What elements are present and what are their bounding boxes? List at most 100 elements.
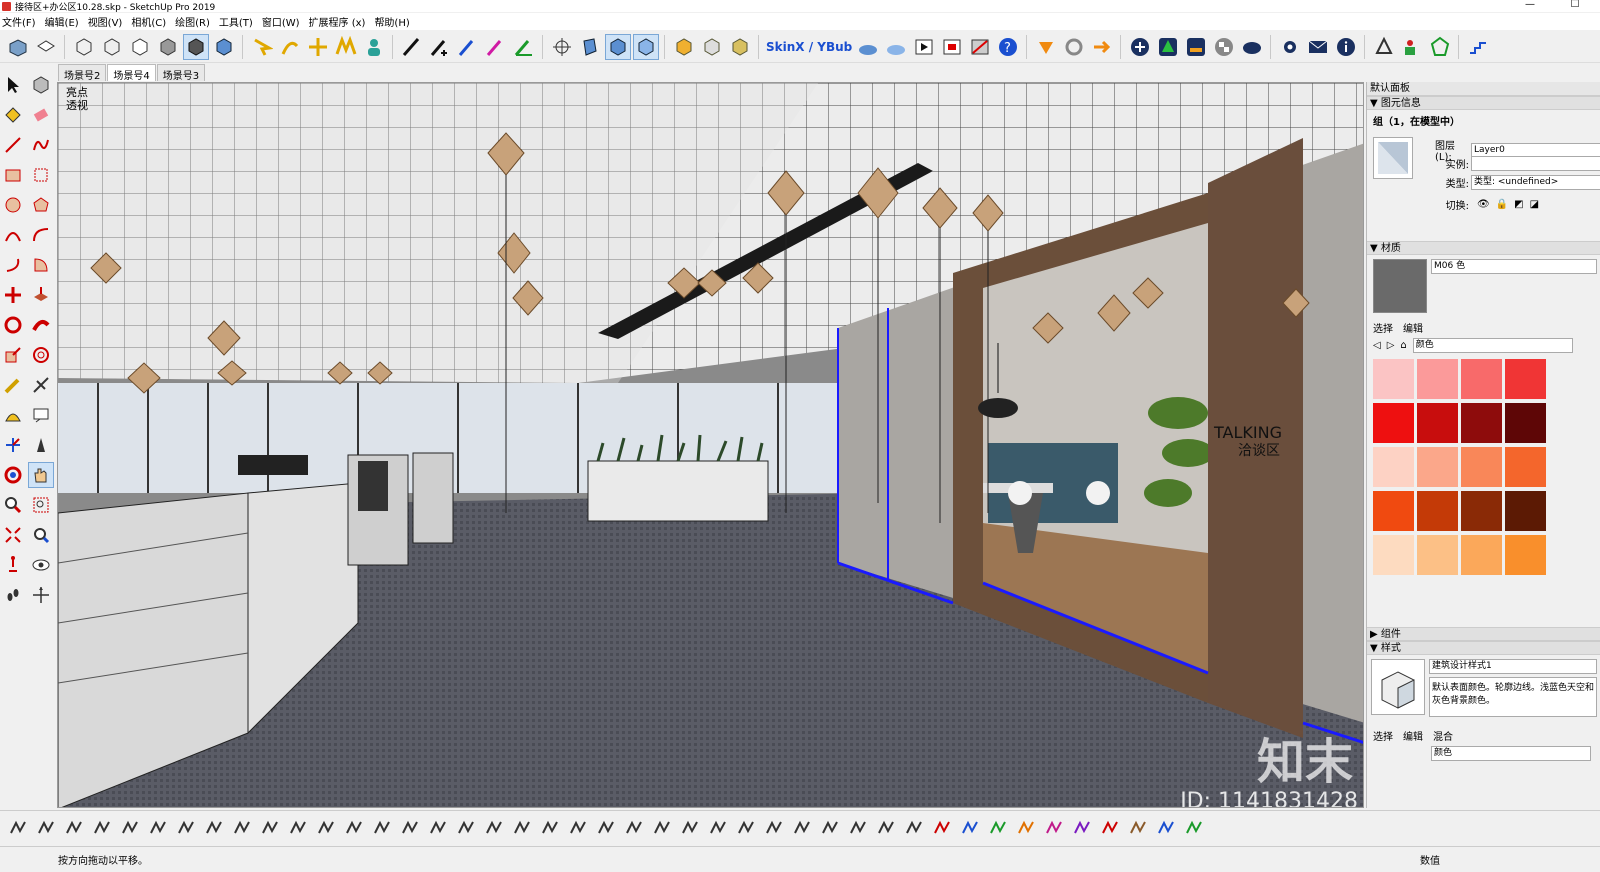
previous-view-icon[interactable] (28, 522, 54, 548)
styles-tab-mix[interactable]: 混合 (1433, 728, 1453, 743)
3d-text-icon[interactable] (28, 432, 54, 458)
cast-shadow-icon[interactable]: ◩ (1514, 199, 1523, 210)
shell-icon[interactable] (1371, 34, 1397, 60)
material-swatch[interactable] (1373, 403, 1414, 443)
material-swatch[interactable] (1505, 447, 1546, 487)
material-swatch[interactable] (1417, 535, 1458, 575)
styles-tab-edit[interactable]: 编辑 (1403, 728, 1423, 743)
loop-icon[interactable] (229, 815, 255, 841)
follow-me-icon[interactable] (28, 312, 54, 338)
pan-hand-icon[interactable] (28, 462, 54, 488)
material-swatch[interactable] (1461, 491, 1502, 531)
align-magenta-icon[interactable] (1041, 815, 1067, 841)
material-swatch[interactable] (1505, 491, 1546, 531)
visible-eye-icon[interactable]: 👁 (1477, 199, 1490, 210)
iso-view-icon[interactable] (5, 34, 31, 60)
dimension-icon[interactable] (28, 372, 54, 398)
rectangle-icon[interactable] (0, 162, 26, 188)
lock-icon[interactable]: 🔒 (1496, 199, 1508, 210)
materials-tab-select[interactable]: 选择 (1373, 320, 1393, 335)
ybub-mesh-icon[interactable] (883, 34, 909, 60)
zoom-window-icon[interactable] (28, 492, 54, 518)
temple-icon[interactable] (621, 815, 647, 841)
fillet-icon[interactable] (285, 815, 311, 841)
wave-plugin-icon[interactable] (333, 34, 359, 60)
material-swatch[interactable] (1417, 403, 1458, 443)
triangle-icon[interactable] (649, 815, 675, 841)
style-name-input[interactable]: 建筑设计样式1 (1429, 659, 1597, 674)
menu-draw[interactable]: 绘图(R) (175, 14, 210, 29)
align-orange-icon[interactable] (1013, 815, 1039, 841)
tab-scene-4[interactable]: 场景号4 (107, 64, 156, 82)
shaded-textures-icon[interactable] (183, 33, 209, 60)
arc-icon[interactable] (0, 222, 26, 248)
tab-scene-3[interactable]: 场景号3 (156, 64, 206, 82)
select-arrow-icon[interactable] (0, 72, 26, 98)
styles-tab-select[interactable]: 选择 (1373, 728, 1393, 743)
pie-icon[interactable] (28, 252, 54, 278)
tab-scene-2[interactable]: 场景号2 (58, 64, 107, 82)
cloud-upload-icon[interactable] (1239, 34, 1265, 60)
back-arrow-icon[interactable]: ◁ (1373, 340, 1381, 351)
fold-icon[interactable] (565, 815, 591, 841)
axes-icon[interactable] (549, 34, 575, 60)
table-icon[interactable] (845, 815, 871, 841)
minimize-button[interactable]: — (1510, 0, 1550, 12)
mold-icon[interactable] (901, 815, 927, 841)
forward-arrow-icon[interactable]: ▷ (1387, 340, 1395, 351)
dots-icon[interactable] (481, 815, 507, 841)
circle-target-icon[interactable] (817, 815, 843, 841)
curve-plugin-icon[interactable] (117, 815, 143, 841)
ring-icon[interactable] (873, 815, 899, 841)
top-view-icon[interactable] (33, 34, 59, 60)
look-around-icon[interactable] (28, 552, 54, 578)
move-tool-icon[interactable] (0, 282, 26, 308)
help-icon[interactable]: ? (995, 34, 1021, 60)
menu-window[interactable]: 窗口(W) (262, 14, 300, 29)
text-tool-icon[interactable] (28, 402, 54, 428)
freehand-icon[interactable] (28, 132, 54, 158)
menu-view[interactable]: 视图(V) (88, 14, 123, 29)
materials-tab-edit[interactable]: 编辑 (1403, 320, 1423, 335)
columns-icon[interactable] (593, 815, 619, 841)
arc-path-icon[interactable] (257, 815, 283, 841)
extension-orange-icon[interactable] (1033, 34, 1059, 60)
play-icon[interactable] (911, 34, 937, 60)
hidden-line-icon[interactable] (127, 34, 153, 60)
eraser-icon[interactable] (28, 102, 54, 128)
section-plane-tool-icon[interactable] (28, 582, 54, 608)
material-swatch[interactable] (1417, 491, 1458, 531)
wave-surface-icon[interactable] (509, 815, 535, 841)
circle-icon[interactable] (0, 192, 26, 218)
stair-plugin-icon[interactable] (5, 815, 31, 841)
bezier-icon[interactable] (201, 815, 227, 841)
menu-camera[interactable]: 相机(C) (131, 14, 166, 29)
offset-icon[interactable] (28, 342, 54, 368)
type-input[interactable]: 类型: <undefined> (1471, 175, 1600, 190)
align-purple-icon[interactable] (1069, 815, 1095, 841)
material-swatch[interactable] (1373, 447, 1414, 487)
pen-plugin-icon[interactable] (733, 815, 759, 841)
walk-tool-icon[interactable] (249, 34, 275, 60)
slice-icon[interactable] (341, 815, 367, 841)
grid-plugin-icon[interactable] (397, 815, 423, 841)
draw-plus-icon[interactable] (427, 34, 453, 60)
menu-file[interactable]: 文件(F) (2, 14, 36, 29)
model-viewport[interactable]: TALKING 洽谈区 知末 ID: 1141831428 亮点 透视 (57, 82, 1364, 808)
component-tool-icon[interactable] (28, 72, 54, 98)
instance-input[interactable] (1471, 156, 1600, 171)
section-cut-icon[interactable] (605, 33, 631, 60)
spiral-icon[interactable] (537, 815, 563, 841)
tools-plugin-icon[interactable] (145, 815, 171, 841)
push-pull-icon[interactable] (28, 282, 54, 308)
align-brown-icon[interactable] (1125, 815, 1151, 841)
material-swatch[interactable] (1505, 535, 1546, 575)
draw-pink-icon[interactable] (483, 34, 509, 60)
menu-help[interactable]: 帮助(H) (374, 14, 409, 29)
arc-plugin-icon[interactable] (277, 34, 303, 60)
align-red2-icon[interactable] (1097, 815, 1123, 841)
pencil-tool-icon[interactable] (399, 34, 425, 60)
materials-header[interactable]: ▼ 材质 (1367, 241, 1600, 255)
component-gold-icon[interactable] (727, 34, 753, 60)
person-warn-icon[interactable] (1399, 34, 1425, 60)
